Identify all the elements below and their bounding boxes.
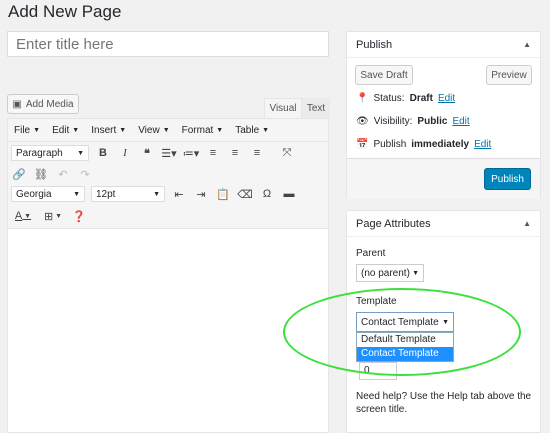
horizontal-line-icon[interactable]: ▬ [278,185,300,203]
template-dropdown-list: Default Template Contact Template [356,332,454,362]
editor-menubar: File ▼ Edit ▼ Insert ▼ View ▼ Format ▼ Table ▼ [8,119,328,142]
menu-file[interactable]: File ▼ [8,125,46,136]
status-row: 📍 Status: Draft Edit [356,93,455,104]
clear-formatting-icon[interactable]: ⌫ [234,185,256,203]
media-icon: ▣ [12,98,22,110]
table-icon[interactable]: ⊞ ▼ [38,207,68,225]
redo-icon[interactable]: ↷ [74,165,96,183]
attributes-panel-header[interactable]: Page Attributes ▲ [347,211,540,237]
status-label: Status: [373,93,405,104]
status-value: Draft [409,93,433,104]
attributes-panel-title: Page Attributes [356,217,431,230]
menu-insert[interactable]: Insert ▼ [85,125,132,136]
editor-toolbar-row-2: 🔗 ⛓ ↶ ↷ [8,163,328,185]
collapse-arrow-icon[interactable]: ▲ [523,40,531,49]
italic-icon[interactable]: I [114,144,136,162]
collapse-arrow-icon[interactable]: ▲ [523,219,531,228]
help-text: Need help? Use the Help tab above the sc… [356,391,532,415]
publish-time-value: immediately [411,139,470,150]
template-select[interactable]: Contact Template ▼ [356,312,454,332]
outdent-icon[interactable]: ⇤ [168,185,190,203]
visibility-row: 👁 Visibility: Public Edit [356,116,470,127]
text-color-icon[interactable]: A ▼ [8,207,38,225]
unlink-icon[interactable]: ⛓ [30,165,52,183]
publish-button[interactable]: Publish [484,168,531,190]
publish-panel-header[interactable]: Publish ▲ [347,32,540,58]
order-input[interactable]: 0 [359,362,397,380]
publish-footer: Publish [347,158,540,199]
menu-edit[interactable]: Edit ▼ [46,125,85,136]
visibility-label: Visibility: [373,116,413,127]
align-center-icon[interactable]: ≡ [224,144,246,162]
calendar-icon: 📅 [356,139,369,150]
template-option-contact[interactable]: Contact Template [357,347,453,361]
editor-toolbar-row-1: Paragraph ▼ B I ❝ ☰▾ ≔▾ ≡ ≡ ≡ ⤧ [8,142,328,164]
tab-visual[interactable]: Visual [264,98,302,118]
parent-label: Parent [356,248,386,259]
title-input[interactable]: Enter title here [7,31,329,57]
visibility-value: Public [417,116,448,127]
schedule-row: 📅 Publish immediately Edit [356,139,491,150]
fullscreen-icon[interactable]: ⤧ [276,144,298,162]
publish-panel: Publish ▲ Save Draft Preview 📍 Status: D… [346,31,541,199]
menu-format[interactable]: Format ▼ [176,125,230,136]
undo-icon[interactable]: ↶ [52,165,74,183]
preview-button[interactable]: Preview [486,65,532,85]
eye-icon: 👁 [356,116,369,127]
page-attributes-panel: Page Attributes ▲ Parent (no parent) ▼ Te… [346,210,541,433]
indent-icon[interactable]: ⇥ [190,185,212,203]
page-title: Add New Page [8,2,122,21]
publish-time-label: Publish [373,139,407,150]
align-right-icon[interactable]: ≡ [246,144,268,162]
template-option-default[interactable]: Default Template [357,333,453,347]
add-media-label: Add Media [25,98,74,110]
editor-toolbar-row-4: A ▼ ⊞ ▼ ❓ [8,204,328,229]
pin-icon: 📍 [356,93,369,104]
font-family-select[interactable]: Georgia ▼ [11,186,85,202]
special-character-icon[interactable]: Ω [256,185,278,203]
align-left-icon[interactable]: ≡ [202,144,224,162]
paste-as-text-icon[interactable]: 📋 [212,185,234,203]
menu-view[interactable]: View ▼ [132,125,175,136]
schedule-edit-link[interactable]: Edit [474,139,491,150]
menu-table[interactable]: Table ▼ [229,125,275,136]
template-label: Template [356,296,397,307]
publish-panel-title: Publish [356,38,393,51]
add-media-button[interactable]: ▣ Add Media [7,94,79,114]
font-size-select[interactable]: 12pt ▼ [91,186,165,202]
bold-icon[interactable]: B [92,144,114,162]
numbered-list-icon[interactable]: ≔▾ [180,144,202,162]
bullet-list-icon[interactable]: ☰▾ [158,144,180,162]
editor-toolbar-row-3: Georgia ▼ 12pt ▼ ⇤ ⇥ 📋 ⌫ Ω ▬ [8,184,328,204]
visibility-edit-link[interactable]: Edit [452,116,469,127]
save-draft-button[interactable]: Save Draft [355,65,413,85]
parent-select[interactable]: (no parent) ▼ [356,264,424,282]
blockquote-icon[interactable]: ❝ [136,144,158,162]
status-edit-link[interactable]: Edit [438,93,455,104]
help-icon[interactable]: ❓ [68,207,90,225]
paragraph-format-select[interactable]: Paragraph ▼ [11,145,89,161]
link-icon[interactable]: 🔗 [8,165,30,183]
tab-text[interactable]: Text [302,98,330,118]
